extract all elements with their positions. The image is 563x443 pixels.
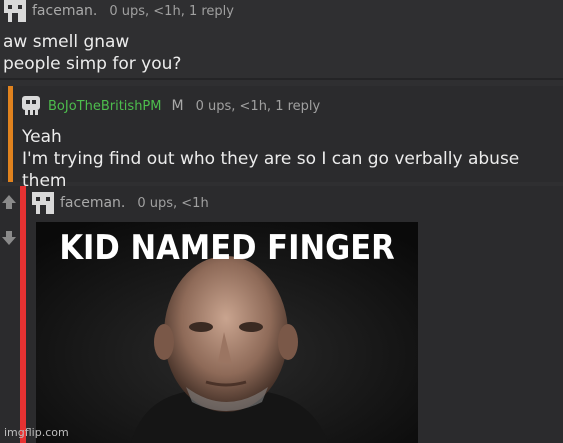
reply-stripe [8, 86, 13, 182]
meme-image[interactable]: KID NAMED FINGER [36, 222, 418, 443]
avatar-icon[interactable] [20, 95, 42, 117]
avatar-icon[interactable] [4, 0, 26, 22]
username-link[interactable]: faceman. [32, 3, 97, 19]
comment-text: Yeah I'm trying find out who they are so… [22, 126, 563, 192]
comment-line: people simp for you? [3, 54, 182, 74]
comment-2: BoJoTheBritishPM M 0 ups, <1h, 1 reply Y… [2, 86, 563, 191]
active-thread-stripe [20, 186, 26, 443]
user-flag: M [171, 98, 184, 114]
comment-header: BoJoTheBritishPM M 0 ups, <1h, 1 reply [20, 95, 320, 117]
watermark: imgflip.com [4, 426, 69, 439]
comment-1: faceman. 0 ups, <1h, 1 reply aw smell gn… [0, 0, 563, 80]
comment-meta: 0 ups, <1h, 1 reply [109, 3, 234, 19]
comment-meta: 0 ups, <1h [137, 195, 209, 211]
upvote-icon[interactable] [1, 194, 17, 210]
username-link[interactable]: faceman. [60, 195, 125, 211]
comment-text: aw smell gnaw people simp for you? [3, 31, 181, 75]
comment-meta: 0 ups, <1h, 1 reply [195, 98, 321, 114]
comment-header: faceman. 0 ups, <1h, 1 reply [4, 0, 234, 22]
comment-line: Yeah [22, 127, 62, 147]
username-link[interactable]: BoJoTheBritishPM [48, 99, 162, 114]
downvote-icon[interactable] [1, 230, 17, 246]
avatar-icon[interactable] [32, 192, 54, 214]
vote-column [0, 186, 22, 443]
comment-3: faceman. 0 ups, <1h KID NAMED FINGER [0, 186, 563, 443]
meme-caption: KID NAMED FINGER [59, 228, 395, 268]
comment-header: faceman. 0 ups, <1h [32, 192, 209, 214]
comment-line: aw smell gnaw [3, 32, 130, 52]
